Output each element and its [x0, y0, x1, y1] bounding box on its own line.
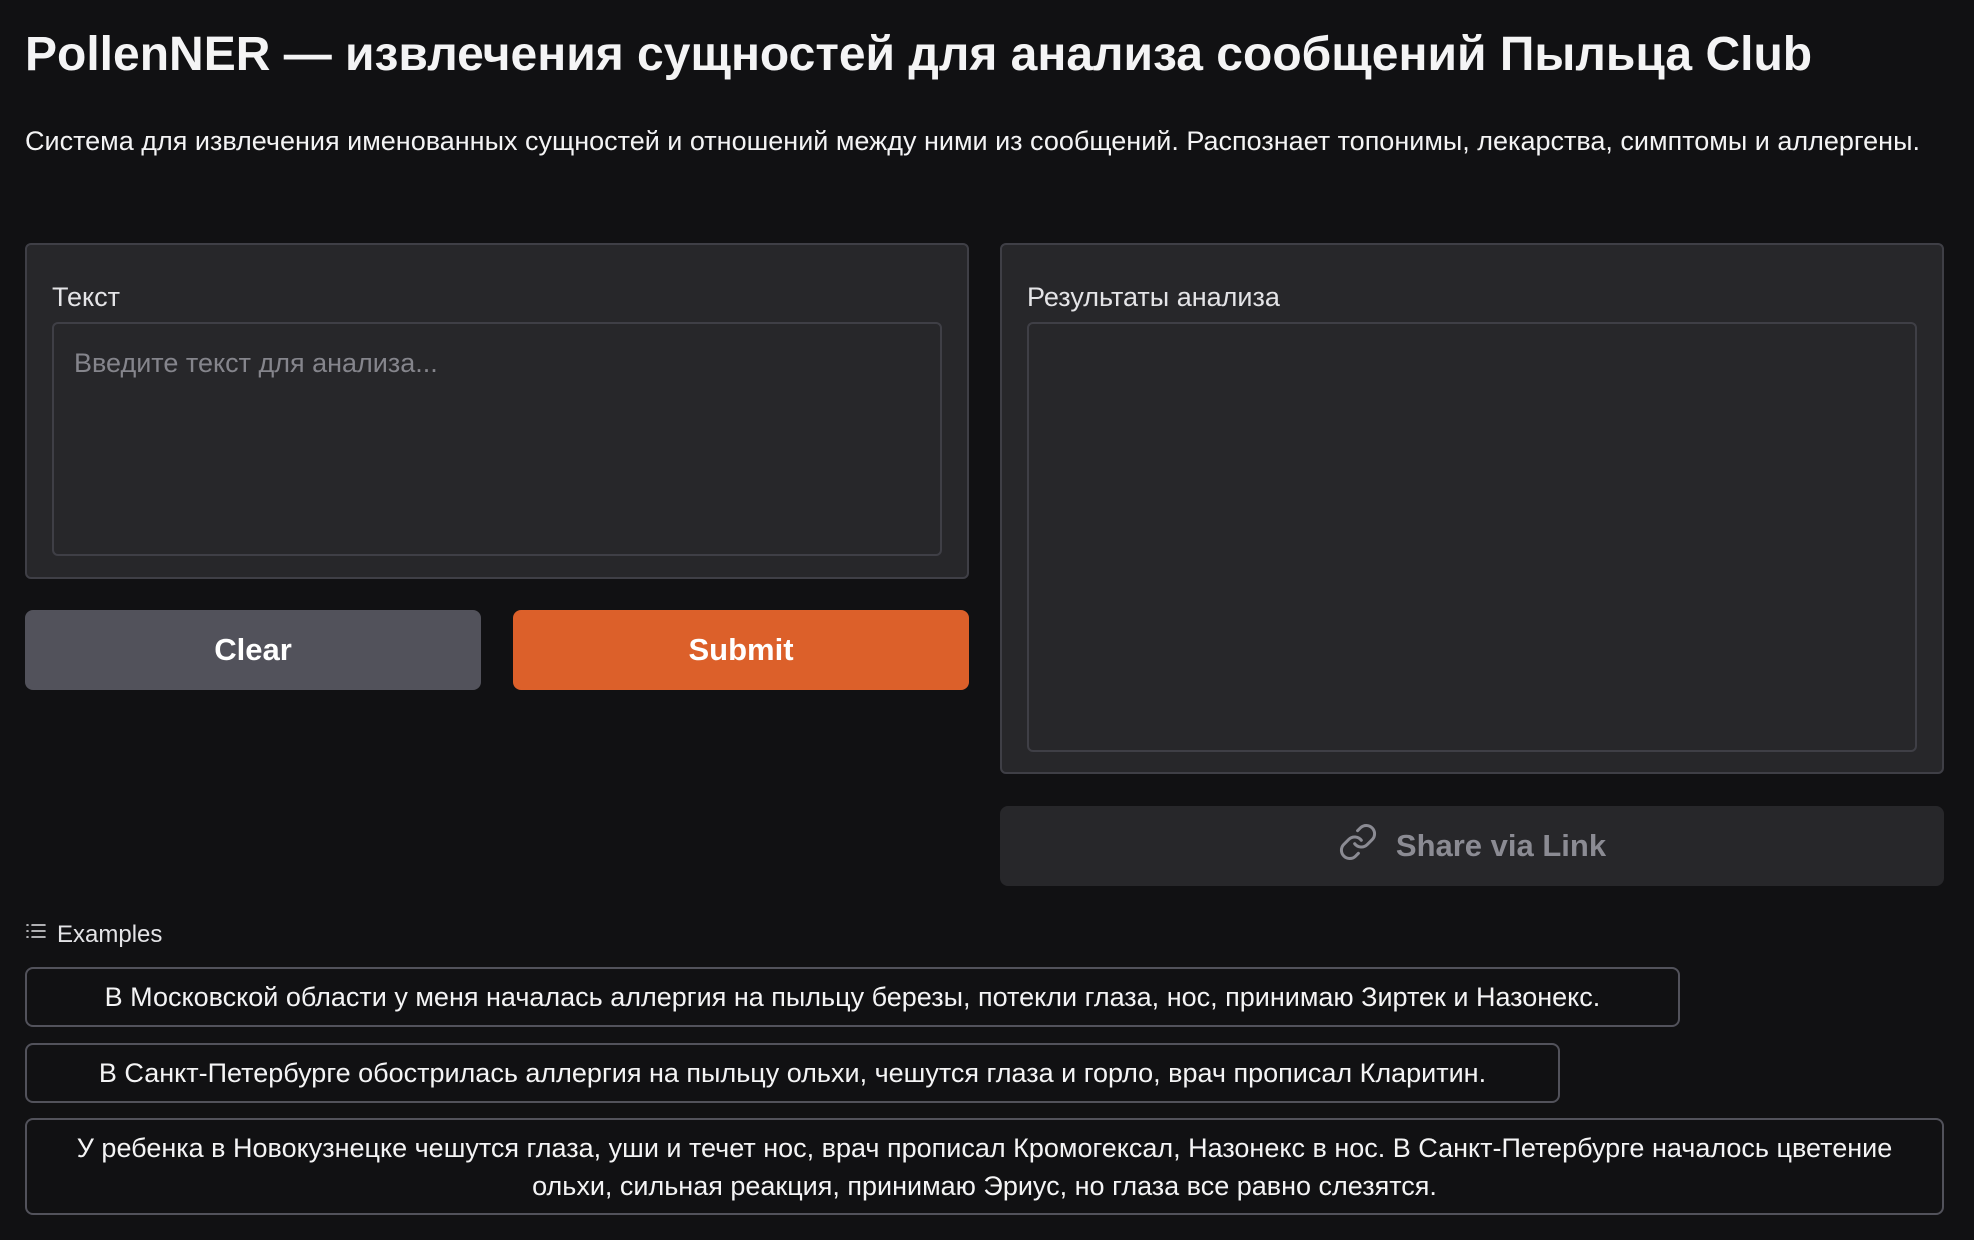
list-icon — [25, 920, 47, 949]
share-via-link-button[interactable]: Share via Link — [1000, 806, 1944, 886]
examples-header: Examples — [25, 920, 162, 949]
results-label: Результаты анализа — [1027, 282, 1280, 312]
submit-button[interactable]: Submit — [513, 610, 969, 690]
share-via-link-label: Share via Link — [1395, 828, 1607, 863]
page-title: PollenNER — извлечения сущностей для ана… — [25, 28, 1813, 81]
text-input-label: Текст — [52, 282, 120, 312]
example-item[interactable]: В Московской области у меня началась алл… — [25, 967, 1680, 1027]
text-input-panel: Текст — [25, 243, 969, 579]
results-panel: Результаты анализа — [1000, 243, 1944, 774]
example-item[interactable]: У ребенка в Новокузнецке чешутся глаза, … — [25, 1118, 1944, 1215]
results-output — [1027, 322, 1917, 752]
text-input[interactable] — [52, 322, 942, 556]
example-item[interactable]: В Санкт-Петербурге обострилась аллергия … — [25, 1043, 1560, 1103]
link-icon — [1338, 822, 1378, 870]
app-page: PollenNER — извлечения сущностей для ана… — [0, 0, 1974, 1240]
page-description: Система для извлечения именованных сущно… — [25, 126, 1920, 156]
examples-label: Examples — [57, 920, 163, 948]
clear-button[interactable]: Clear — [25, 610, 481, 690]
